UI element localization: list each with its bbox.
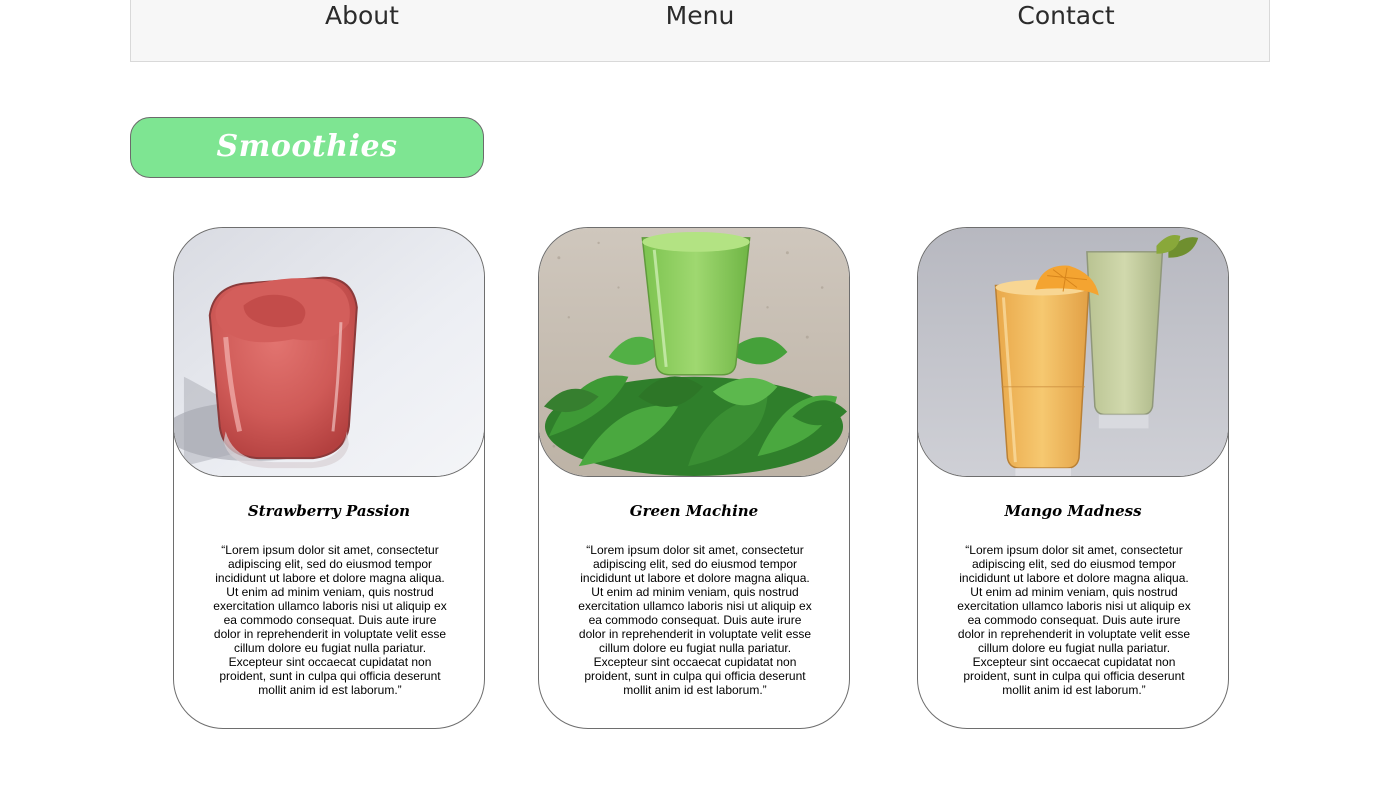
strawberry-smoothie-image (174, 228, 484, 477)
mango-smoothie-image (918, 228, 1228, 477)
smoothie-card-green[interactable]: Green Machine “Lorem ipsum dolor sit ame… (538, 227, 850, 729)
card-description: “Lorem ipsum dolor sit amet, consectetur… (957, 543, 1191, 697)
smoothie-card-strawberry[interactable]: Strawberry Passion “Lorem ipsum dolor si… (173, 227, 485, 729)
nav-link-about[interactable]: About (325, 0, 399, 32)
card-title: Strawberry Passion (247, 502, 411, 520)
card-title: Green Machine (629, 502, 759, 520)
smoothie-card-mango[interactable]: Mango Madness “Lorem ipsum dolor sit ame… (917, 227, 1229, 729)
card-description: “Lorem ipsum dolor sit amet, consectetur… (578, 543, 812, 697)
top-navbar: About Menu Contact (130, 0, 1270, 62)
section-title: Smoothies (216, 129, 398, 164)
nav-link-contact[interactable]: Contact (1017, 0, 1114, 32)
nav-link-menu[interactable]: Menu (666, 0, 735, 32)
card-description: “Lorem ipsum dolor sit amet, consectetur… (213, 543, 447, 697)
green-smoothie-image (539, 228, 849, 477)
section-heading-pill: Smoothies (130, 117, 484, 178)
card-title: Mango Madness (1004, 502, 1142, 520)
